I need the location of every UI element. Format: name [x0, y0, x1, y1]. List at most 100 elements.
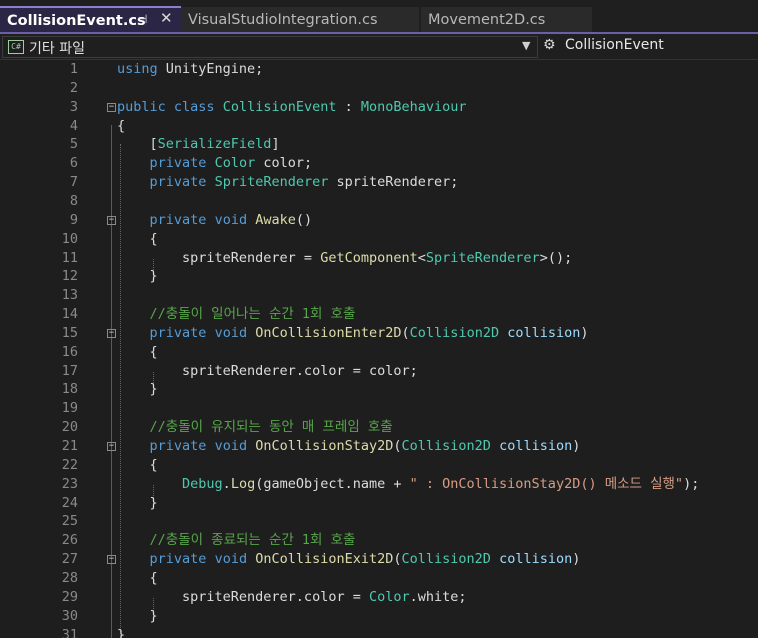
line-number: 21	[61, 438, 78, 454]
code-line[interactable]: 31}	[0, 626, 758, 638]
code-line[interactable]: 28 {	[0, 569, 758, 588]
code-text[interactable]: }	[117, 380, 158, 399]
code-text[interactable]: private void OnCollisionExit2D(Collision…	[117, 550, 581, 569]
tab-collisionevent[interactable]: CollisionEvent.cs ⊣ ✕	[0, 6, 181, 33]
code-token: (	[401, 324, 410, 341]
code-token: (gameObject.name +	[255, 475, 410, 492]
code-text[interactable]: }	[117, 267, 158, 286]
code-line[interactable]: 22 {	[0, 456, 758, 475]
code-line[interactable]: 30 }	[0, 607, 758, 626]
code-token: collision	[507, 324, 581, 341]
code-line[interactable]: 13	[0, 286, 758, 305]
code-text[interactable]: private void Awake()	[117, 211, 313, 230]
code-line[interactable]: 29 spriteRenderer.color = Color.white;	[0, 588, 758, 607]
code-text[interactable]: [SerializeField]	[117, 135, 280, 154]
code-line[interactable]: 10 {	[0, 230, 758, 249]
code-line[interactable]: 12 }	[0, 267, 758, 286]
code-editor[interactable]: 1 using UnityEngine; 2 3− public class Colli…	[0, 60, 758, 638]
line-number: 26	[61, 532, 78, 549]
code-token: color;	[255, 155, 313, 172]
code-line[interactable]: 5 [SerializeField]	[0, 135, 758, 154]
code-text[interactable]: {	[117, 117, 125, 136]
code-line[interactable]: 4{	[0, 117, 758, 136]
code-line[interactable]: 15 − private void OnCollisionEnter2D(Coll…	[0, 324, 758, 343]
code-line[interactable]: 16 {	[0, 343, 758, 362]
code-text[interactable]: //충돌이 일어나는 순간 1회 호출	[117, 305, 356, 324]
code-token: SpriteRenderer	[425, 249, 540, 266]
collapse-toggle-icon[interactable]: −	[107, 102, 116, 112]
code-text[interactable]: Debug.Log(gameObject.name + " : OnCollis…	[117, 475, 699, 494]
collapse-toggle-icon[interactable]: −	[107, 442, 116, 451]
code-token: {	[117, 569, 158, 586]
code-line[interactable]: 2	[0, 79, 758, 98]
chevron-down-icon[interactable]: ▼	[522, 39, 530, 52]
tab-movement2d[interactable]: Movement2D.cs	[421, 7, 592, 32]
project-dropdown[interactable]: C# 기타 파일 ▼	[2, 36, 538, 58]
line-number: 31	[61, 626, 78, 638]
code-line[interactable]: 21 − private void OnCollisionStay2D(Colli…	[0, 437, 758, 456]
code-text[interactable]: spriteRenderer.color = color;	[117, 362, 418, 381]
code-token: Awake	[255, 211, 296, 228]
code-text[interactable]: {	[117, 230, 158, 249]
line-number: 14	[61, 306, 78, 323]
code-text[interactable]: }	[117, 626, 125, 638]
collapse-toggle-icon[interactable]: −	[107, 555, 116, 565]
code-line[interactable]: 20 //충돌이 유지되는 동안 매 프레임 호출	[0, 418, 758, 437]
code-token: GetComponent	[320, 249, 418, 266]
line-number: 18	[61, 381, 78, 398]
code-token: }	[117, 626, 126, 638]
line-number: 9	[69, 211, 78, 228]
code-token: private	[149, 438, 207, 454]
code-text[interactable]: {	[117, 343, 158, 362]
line-number: 11	[61, 249, 78, 266]
code-text[interactable]: spriteRenderer = GetComponent<SpriteRend…	[117, 249, 572, 268]
code-text[interactable]: {	[117, 569, 158, 588]
collapse-toggle-icon[interactable]: −	[107, 215, 116, 225]
code-text[interactable]: {	[117, 456, 158, 475]
code-text[interactable]: //충돌이 종료되는 순간 1회 호출	[117, 531, 356, 550]
tab-visualstudiointegration[interactable]: VisualStudioIntegration.cs	[181, 7, 419, 32]
code-text[interactable]: }	[117, 607, 158, 626]
code-token: public	[117, 98, 166, 115]
code-text[interactable]: private SpriteRenderer spriteRenderer;	[117, 173, 459, 192]
code-text[interactable]: private void OnCollisionEnter2D(Collisio…	[117, 324, 589, 343]
code-line[interactable]: 17 spriteRenderer.color = color;	[0, 362, 758, 381]
code-text[interactable]: //충돌이 유지되는 동안 매 프레임 호출	[117, 418, 393, 437]
code-text[interactable]: public class CollisionEvent : MonoBehavi…	[117, 98, 467, 117]
code-line[interactable]: 24 }	[0, 494, 758, 513]
code-token: //충돌이 유지되는 동안 매 프레임 호출	[149, 419, 393, 436]
close-icon[interactable]: ✕	[160, 9, 173, 27]
code-token: )	[572, 551, 581, 568]
code-text[interactable]: spriteRenderer.color = Color.white;	[117, 588, 467, 607]
code-text[interactable]: using UnityEngine;	[117, 60, 263, 79]
code-line[interactable]: 27 − private void OnCollisionExit2D(Colli…	[0, 550, 758, 569]
code-line[interactable]: 14 //충돌이 일어나는 순간 1회 호출	[0, 305, 758, 324]
code-line[interactable]: 1 using UnityEngine;	[0, 60, 758, 79]
code-token: OnCollisionEnter2D	[255, 324, 402, 341]
code-line[interactable]: 25	[0, 512, 758, 531]
code-text[interactable]: private void OnCollisionStay2D(Collision…	[117, 437, 581, 456]
code-line[interactable]: 23 Debug.Log(gameObject.name + " : OnCol…	[0, 475, 758, 494]
code-line[interactable]: 9 − private void Awake()	[0, 211, 758, 230]
member-dropdown[interactable]: ⚙ CollisionEvent	[540, 36, 758, 58]
code-line[interactable]: 19	[0, 399, 758, 418]
code-line[interactable]: 26 //충돌이 종료되는 순간 1회 호출	[0, 531, 758, 550]
code-line[interactable]: 3 − public class CollisionEvent : MonoBeha…	[0, 98, 758, 117]
code-line[interactable]: 6 private Color color;	[0, 154, 758, 173]
code-token: ]	[271, 136, 280, 153]
collapse-toggle-icon[interactable]: −	[107, 328, 116, 338]
code-line[interactable]: 8	[0, 192, 758, 211]
line-number: 3	[69, 98, 78, 115]
code-token: MonoBehaviour	[360, 98, 467, 115]
code-token: {	[117, 456, 158, 473]
code-text[interactable]: }	[117, 494, 158, 513]
pin-icon[interactable]: ⊣	[137, 12, 147, 26]
code-line[interactable]: 7 private SpriteRenderer spriteRenderer;	[0, 173, 758, 192]
code-line[interactable]: 11 spriteRenderer = GetComponent<SpriteR…	[0, 249, 758, 268]
code-text[interactable]: private Color color;	[117, 154, 313, 173]
code-line[interactable]: 18 }	[0, 380, 758, 399]
